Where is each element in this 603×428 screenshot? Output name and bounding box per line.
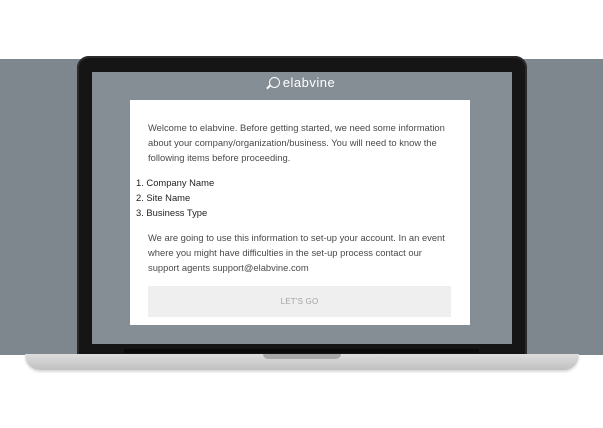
list-item-business-type: 3. Business Type xyxy=(136,207,208,218)
required-items-list: 1. Company Name 2. Site Name 3. Business… xyxy=(136,175,452,220)
list-item-company-name: 1. Company Name xyxy=(136,177,215,188)
brand-logo: elabvine xyxy=(92,75,512,90)
laptop-hinge xyxy=(124,349,479,353)
list-item-site-name: 2. Site Name xyxy=(136,192,191,203)
lets-go-button[interactable]: LET'S GO xyxy=(148,286,451,317)
brand-name: elabvine xyxy=(282,75,336,90)
outro-text: We are going to use this information to … xyxy=(148,232,445,273)
onboarding-card: Welcome to elabvine. Before getting star… xyxy=(130,100,470,325)
laptop-notch xyxy=(263,354,341,359)
app-screen: elabvine Welcome to elabvine. Before get… xyxy=(92,72,512,344)
intro-text: Welcome to elabvine. Before getting star… xyxy=(148,122,445,163)
magnifier-leaf-icon xyxy=(268,77,280,88)
